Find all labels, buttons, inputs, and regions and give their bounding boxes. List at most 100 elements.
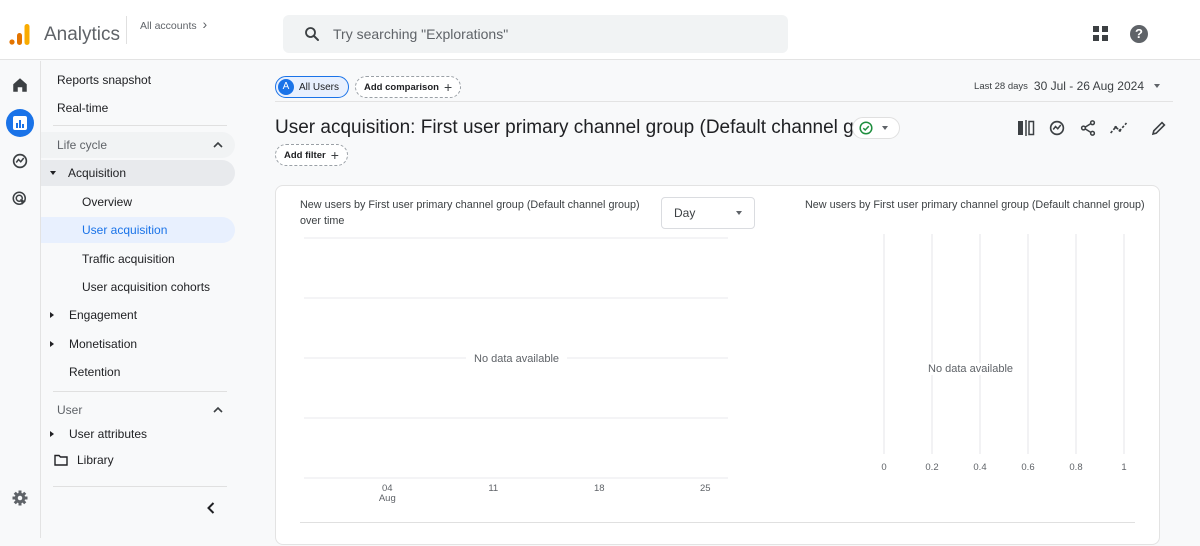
insights-icon — [1049, 120, 1065, 136]
bar-chart-x-tick: 0.4 — [973, 462, 987, 473]
search-input[interactable] — [333, 23, 773, 45]
nav-library[interactable]: Library — [54, 447, 114, 473]
nav-label: Reports snapshot — [57, 73, 152, 87]
bar-chart-x-tick: 0 — [881, 462, 887, 473]
caret-right-icon — [50, 431, 54, 437]
compare-button[interactable] — [1012, 116, 1040, 140]
edit-button[interactable] — [1145, 116, 1173, 140]
nav-divider — [53, 391, 227, 392]
rail-explore[interactable] — [6, 147, 34, 175]
nav-label: Traffic acquisition — [82, 252, 175, 266]
folder-icon — [54, 454, 68, 466]
nav-user-acquisition[interactable]: User acquisition — [41, 217, 235, 243]
nav-user-attributes[interactable]: User attributes — [50, 427, 147, 441]
nav-divider — [53, 125, 227, 126]
nav-engagement[interactable]: Engagement — [50, 302, 137, 328]
chevron-up-icon — [213, 406, 223, 413]
rail-home[interactable] — [6, 71, 34, 99]
advertising-icon — [12, 191, 26, 205]
x-tick-label: 25 — [699, 483, 711, 494]
nav-label: Engagement — [69, 308, 138, 322]
compare-icon — [1018, 120, 1035, 136]
apps-grid-icon[interactable] — [1093, 26, 1109, 42]
nav-divider — [53, 486, 227, 487]
nav-label: Acquisition — [68, 166, 127, 180]
nav-acquisition[interactable]: Acquisition — [41, 160, 235, 186]
trend-button[interactable] — [1105, 116, 1133, 140]
nav-monetisation[interactable]: Monetisation — [50, 331, 137, 357]
line-chart-x-tick: 04 Aug — [375, 484, 399, 504]
top-bar: Analytics All accounts › ? — [0, 0, 1200, 60]
nav-retention[interactable]: Retention — [69, 359, 120, 385]
nav-section-user[interactable]: User — [57, 397, 227, 423]
rail-settings[interactable] — [6, 484, 34, 512]
nav-realtime[interactable]: Real-time — [57, 95, 108, 121]
nav-label: User — [57, 403, 83, 417]
home-icon — [13, 78, 27, 92]
all-accounts-link[interactable]: All accounts › — [140, 16, 207, 32]
search-icon — [305, 27, 319, 41]
explore-icon — [12, 153, 28, 169]
collapse-nav-button[interactable] — [207, 495, 215, 521]
search-bar[interactable] — [283, 15, 788, 53]
line-chart-x-tick: 11 — [481, 484, 505, 494]
rail-advertising[interactable] — [6, 185, 34, 213]
report-toolbar — [1009, 116, 1173, 140]
header-divider — [275, 101, 1173, 102]
analytics-logo-icon — [9, 24, 30, 45]
bar-chart-x-tick: 0.8 — [1069, 462, 1083, 473]
date-range-label: Last 28 days — [974, 80, 1028, 92]
chevron-right-icon: › — [202, 16, 208, 32]
caret-right-icon — [50, 341, 54, 347]
nav-label: Retention — [69, 365, 121, 379]
add-comparison-button[interactable]: Add comparison + — [355, 76, 462, 98]
chevron-up-icon — [213, 141, 223, 148]
nav-reports-snapshot[interactable]: Reports snapshot — [57, 67, 151, 93]
nav-label: Library — [77, 453, 114, 467]
nav-traffic-acquisition[interactable]: Traffic acquisition — [82, 246, 175, 272]
x-tick-sublabel: Aug — [378, 493, 396, 504]
bar-chart-empty-message: No data available — [920, 363, 1022, 375]
caret-down-icon — [1154, 84, 1160, 88]
page-title: User acquisition: First user primary cha… — [275, 117, 899, 138]
segment-chip-all-users[interactable]: A All Users — [275, 76, 349, 98]
all-accounts-label: All accounts — [140, 20, 197, 32]
plus-icon: + — [330, 147, 339, 163]
x-tick-label: 11 — [488, 483, 499, 494]
date-range-picker[interactable]: Last 28 days 30 Jul - 26 Aug 2024 — [974, 79, 1160, 93]
bar-chart-x-tick: 0.6 — [1021, 462, 1035, 473]
nav-overview[interactable]: Overview — [82, 189, 132, 215]
segment-label: All Users — [299, 81, 340, 93]
share-button[interactable] — [1074, 116, 1102, 140]
caret-down-icon — [50, 171, 56, 175]
side-nav: Reports snapshot Real-time Life cycle Ac… — [41, 61, 241, 538]
date-range-value: 30 Jul - 26 Aug 2024 — [1033, 79, 1144, 93]
check-circle-icon — [859, 121, 873, 135]
nav-label: Life cycle — [57, 138, 108, 152]
nav-section-lifecycle[interactable]: Life cycle — [41, 132, 235, 158]
nav-label: Real-time — [57, 101, 109, 115]
app-title: Analytics — [44, 24, 121, 45]
insights-button[interactable] — [1043, 116, 1071, 140]
trend-icon — [1110, 122, 1128, 134]
header-divider — [126, 16, 127, 44]
plus-icon: + — [443, 79, 453, 95]
report-status-chip[interactable] — [852, 117, 900, 139]
nav-user-acquisition-cohorts[interactable]: User acquisition cohorts — [82, 274, 210, 300]
add-comparison-label: Add comparison — [364, 81, 439, 93]
chevron-left-icon — [207, 502, 215, 514]
charts-card: New users by First user primary channel … — [275, 185, 1160, 545]
help-icon[interactable]: ? — [1130, 25, 1148, 43]
add-filter-label: Add filter — [284, 149, 326, 161]
nav-label: Monetisation — [69, 337, 138, 351]
edit-icon — [1151, 121, 1166, 136]
caret-down-icon — [882, 126, 888, 130]
nav-label: User acquisition cohorts — [82, 280, 211, 294]
add-filter-button[interactable]: Add filter + — [275, 144, 348, 166]
caret-right-icon — [50, 312, 54, 318]
bar-chart-x-tick: 1 — [1121, 462, 1127, 473]
segment-badge: A — [278, 79, 294, 95]
nav-label: User acquisition — [82, 223, 168, 237]
rail-reports[interactable] — [6, 109, 34, 137]
nav-label: Overview — [82, 195, 133, 209]
